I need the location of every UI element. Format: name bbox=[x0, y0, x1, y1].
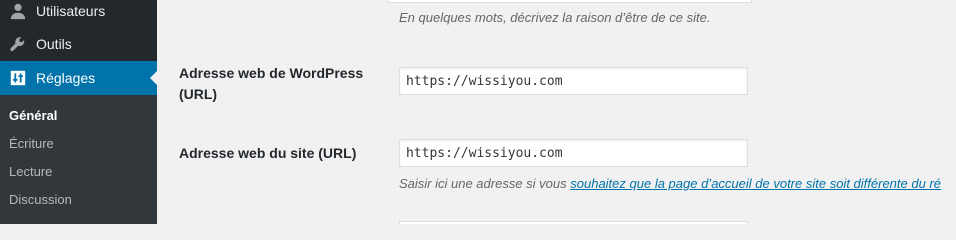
menu-item-settings[interactable]: Réglages bbox=[0, 61, 158, 95]
site-url-input[interactable] bbox=[399, 139, 748, 167]
menu-item-users[interactable]: Utilisateurs bbox=[0, 0, 157, 28]
tagline-description: En quelques mots, décrivez la raison d’ê… bbox=[399, 10, 711, 25]
submenu-item-general[interactable]: Général bbox=[9, 104, 57, 128]
site-url-description: Saisir ici une adresse si vous souhaitez… bbox=[399, 176, 941, 191]
site-url-description-text: Saisir ici une adresse si vous bbox=[399, 176, 571, 191]
menu-item-settings-label: Réglages bbox=[36, 70, 96, 86]
wordpress-url-label: Adresse web de WordPress (URL) bbox=[179, 65, 364, 102]
menu-item-tools-label: Outils bbox=[36, 36, 72, 52]
admin-sidebar: Utilisateurs Outils Réglages Général Écr… bbox=[0, 0, 158, 224]
next-input-edge[interactable] bbox=[399, 221, 748, 224]
submenu-item-discussion[interactable]: Discussion bbox=[9, 188, 72, 212]
submenu-item-reading[interactable]: Lecture bbox=[9, 160, 52, 184]
settings-submenu: Général Écriture Lecture Discussion bbox=[0, 95, 157, 224]
settings-sliders-icon bbox=[0, 69, 36, 87]
tagline-input-edge[interactable] bbox=[387, 0, 752, 3]
wordpress-url-input[interactable] bbox=[399, 67, 748, 95]
menu-item-tools[interactable]: Outils bbox=[0, 27, 157, 61]
site-url-description-link[interactable]: souhaitez que la page d’accueil de votre… bbox=[570, 176, 941, 191]
menu-item-users-label: Utilisateurs bbox=[36, 3, 106, 19]
submenu-item-writing[interactable]: Écriture bbox=[9, 132, 54, 156]
site-url-label: Adresse web du site (URL) bbox=[179, 145, 357, 161]
wrench-icon bbox=[0, 35, 36, 53]
users-icon bbox=[0, 2, 36, 20]
